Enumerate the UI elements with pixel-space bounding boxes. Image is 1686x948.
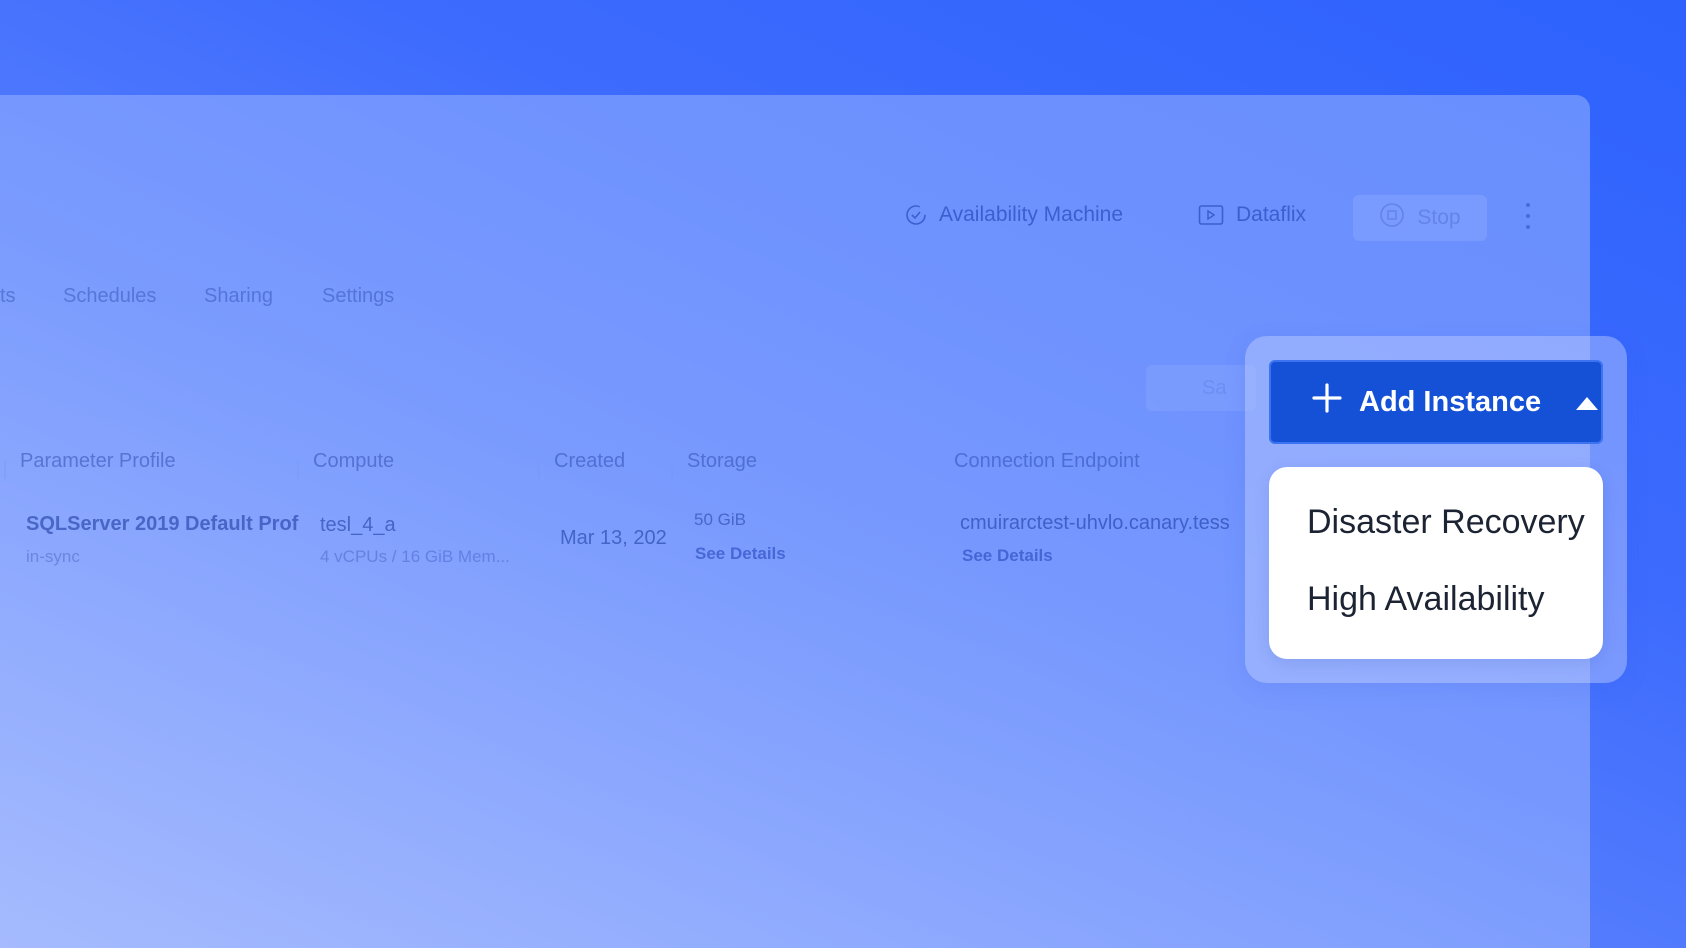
- tab-sharing[interactable]: Sharing: [204, 285, 273, 308]
- obscured-button[interactable]: Sa: [1146, 365, 1256, 411]
- chevron-up-icon: [1575, 386, 1599, 419]
- connection-endpoint-value: cmuirarctest-uhvlo.canary.tess: [960, 512, 1230, 534]
- compute-specs-value: 4 vCPUs / 16 GiB Mem...: [320, 547, 510, 566]
- column-separator: [4, 461, 6, 479]
- column-header-storage[interactable]: Storage: [687, 450, 757, 473]
- add-instance-label: Add Instance: [1359, 385, 1542, 418]
- column-header-parameter-profile[interactable]: Parameter Profile: [20, 450, 176, 473]
- tab-partial[interactable]: ts: [0, 285, 16, 308]
- dataflix-button[interactable]: Dataflix: [1198, 200, 1306, 230]
- status-badge: in-sync: [26, 547, 80, 566]
- availability-machine-icon: [905, 204, 927, 226]
- stop-button[interactable]: Stop: [1353, 195, 1487, 241]
- column-header-compute[interactable]: Compute: [313, 450, 394, 473]
- storage-see-details-link[interactable]: See Details: [695, 544, 786, 564]
- storage-value: 50 GiB: [694, 510, 746, 529]
- play-icon: [1198, 204, 1224, 226]
- availability-machine-label: Availability Machine: [939, 203, 1124, 226]
- column-header-created[interactable]: Created: [554, 450, 625, 473]
- add-instance-menu: Disaster Recovery High Availability: [1269, 467, 1603, 659]
- column-separator: [671, 461, 673, 479]
- column-separator: [297, 461, 299, 479]
- availability-machine-button[interactable]: Availability Machine: [905, 200, 1123, 230]
- dataflix-label: Dataflix: [1236, 203, 1307, 226]
- endpoint-see-details-link[interactable]: See Details: [962, 546, 1053, 566]
- parameter-profile-value: SQLServer 2019 Default Prof: [26, 513, 299, 535]
- more-options-icon[interactable]: [1524, 203, 1532, 229]
- stop-label: Stop: [1417, 206, 1461, 229]
- column-header-connection-endpoint[interactable]: Connection Endpoint: [954, 450, 1140, 473]
- column-separator: [938, 461, 940, 479]
- obscured-button-label: Sa: [1202, 376, 1227, 399]
- stop-icon: [1379, 202, 1405, 234]
- tab-schedules[interactable]: Schedules: [63, 285, 156, 308]
- compute-name-value: tesl_4_a: [320, 514, 396, 536]
- column-separator: [538, 461, 540, 479]
- menu-item-disaster-recovery[interactable]: Disaster Recovery: [1307, 503, 1585, 542]
- tab-settings[interactable]: Settings: [322, 285, 394, 308]
- plus-icon: [1311, 382, 1343, 422]
- add-instance-button[interactable]: Add Instance: [1269, 360, 1603, 444]
- created-value: Mar 13, 202: [560, 527, 667, 549]
- menu-item-high-availability[interactable]: High Availability: [1307, 580, 1545, 619]
